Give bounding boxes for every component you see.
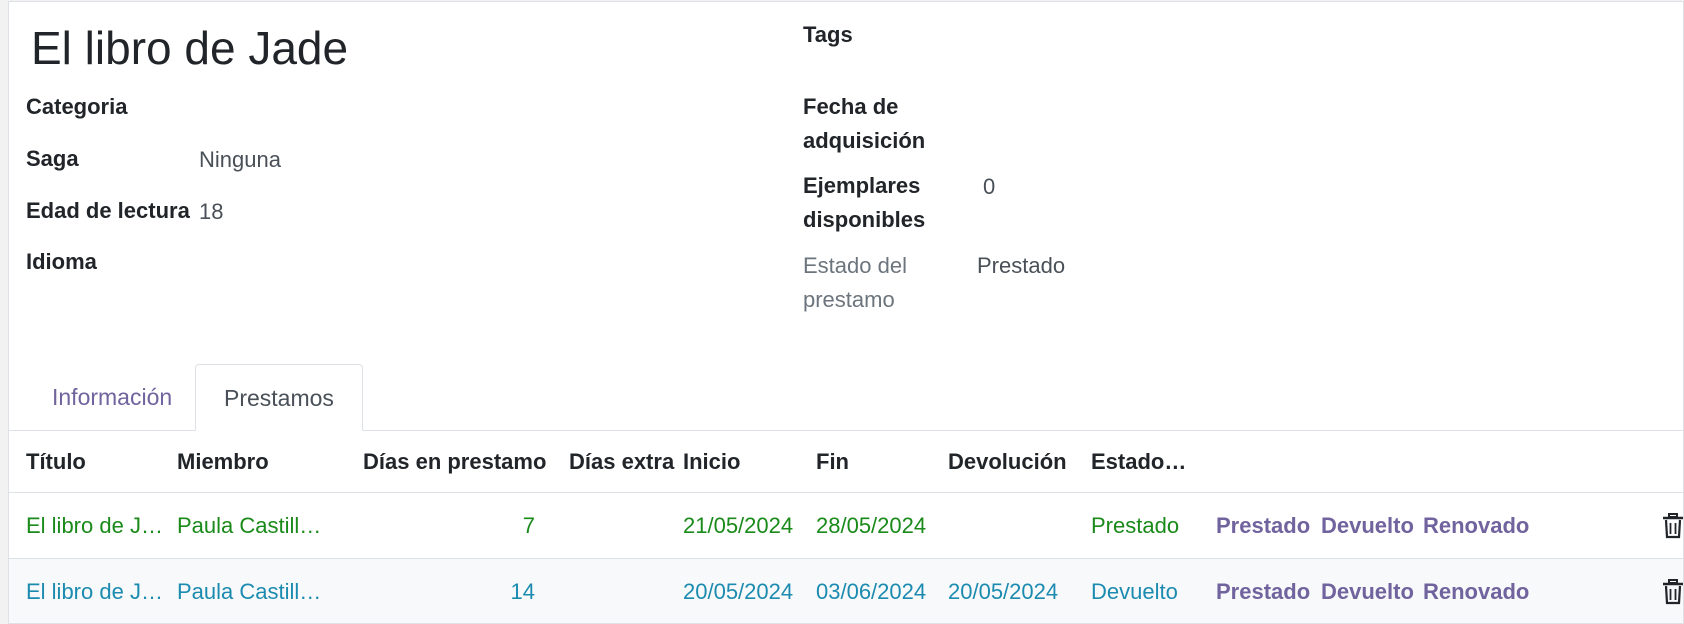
- ejemplares-value[interactable]: 0: [983, 170, 995, 204]
- page-title: El libro de Jade: [31, 22, 349, 74]
- cell-fin: 28/05/2024: [816, 513, 927, 538]
- col-dias-prestamo[interactable]: Días en prestamo: [363, 431, 546, 492]
- trash-icon[interactable]: [1661, 579, 1684, 605]
- col-titulo[interactable]: Título: [26, 431, 86, 492]
- table-row[interactable]: El libro de J… Paula Castill… 14 20/05/2…: [9, 559, 1684, 623]
- edad-label: Edad de lectura: [26, 198, 190, 223]
- trash-icon[interactable]: [1661, 513, 1684, 539]
- renovado-button[interactable]: Renovado: [1423, 493, 1529, 558]
- cell-dias: 14: [510, 579, 535, 604]
- estado-label-line1: Estado del: [803, 253, 907, 278]
- cell-estado: Prestado: [1091, 513, 1180, 538]
- col-dias-extra[interactable]: Días extra: [569, 431, 674, 492]
- table-header: Título Miembro Días en prestamo Días ext…: [9, 431, 1683, 493]
- edad-value[interactable]: 18: [199, 195, 223, 229]
- ejemplares-label-line2: disponibles: [803, 207, 926, 232]
- cell-dias: 7: [522, 513, 535, 538]
- idioma-label: Idioma: [26, 249, 97, 274]
- cell-estado: Devuelto: [1091, 579, 1178, 604]
- cell-inicio: 21/05/2024: [683, 513, 794, 538]
- devuelto-button[interactable]: Devuelto: [1321, 559, 1414, 623]
- tags-label: Tags: [803, 22, 853, 47]
- form-sheet: El libro de Jade Categoria Saga Ninguna …: [8, 1, 1684, 624]
- cell-titulo: El libro de J…: [26, 513, 163, 538]
- table-row[interactable]: El libro de J… Paula Castill… 7 21/05/20…: [9, 493, 1683, 559]
- prestado-button[interactable]: Prestado: [1216, 493, 1310, 558]
- prestado-button[interactable]: Prestado: [1216, 559, 1310, 623]
- col-fin[interactable]: Fin: [816, 431, 849, 492]
- fecha-label-line1: Fecha de: [803, 94, 899, 119]
- ejemplares-label: Ejemplares disponibles: [803, 169, 925, 237]
- fecha-label: Fecha de adquisición: [803, 90, 925, 158]
- cell-devolucion: 20/05/2024: [948, 579, 1059, 604]
- tab-prestamos[interactable]: Prestamos: [195, 364, 363, 431]
- col-estado[interactable]: Estado…: [1091, 431, 1186, 492]
- tab-informacion[interactable]: Información: [24, 364, 200, 430]
- saga-label: Saga: [26, 146, 79, 171]
- categoria-label: Categoria: [26, 94, 128, 119]
- col-inicio[interactable]: Inicio: [683, 431, 740, 492]
- cell-inicio: 20/05/2024: [683, 579, 794, 604]
- notebook-tabs: Información Prestamos: [9, 364, 1683, 431]
- estado-label: Estado del prestamo: [803, 249, 907, 317]
- saga-value[interactable]: Ninguna: [199, 143, 281, 177]
- estado-value: Prestado: [977, 253, 1066, 278]
- cell-miembro: Paula Castill…: [177, 579, 322, 604]
- fecha-label-line2: adquisición: [803, 128, 926, 153]
- devuelto-button[interactable]: Devuelto: [1321, 493, 1414, 558]
- col-miembro[interactable]: Miembro: [177, 431, 269, 492]
- cell-miembro: Paula Castill…: [177, 513, 322, 538]
- cell-fin: 03/06/2024: [816, 579, 927, 604]
- ejemplares-label-line1: Ejemplares: [803, 173, 921, 198]
- estado-label-line2: prestamo: [803, 287, 895, 312]
- renovado-button[interactable]: Renovado: [1423, 559, 1529, 623]
- col-devolucion[interactable]: Devolución: [948, 431, 1067, 492]
- cell-titulo: El libro de J…: [26, 579, 163, 604]
